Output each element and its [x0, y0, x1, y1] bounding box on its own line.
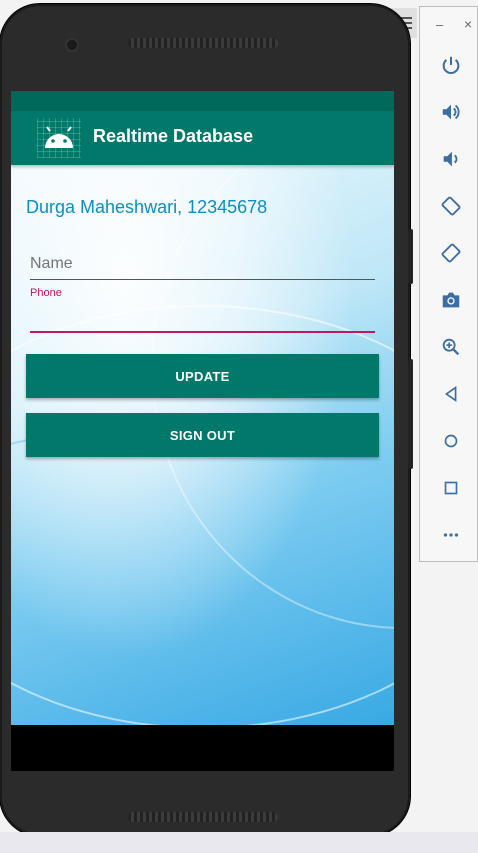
volume-rocker	[408, 229, 413, 284]
name-input[interactable]	[30, 249, 375, 280]
back-icon[interactable]	[439, 382, 463, 406]
taskbar-strip	[0, 832, 478, 853]
minimize-button[interactable]: –	[436, 17, 443, 32]
power-button	[408, 359, 413, 469]
sign-out-button[interactable]: SIGN OUT	[26, 413, 379, 457]
volume-up-icon[interactable]	[439, 100, 463, 124]
navigation-bar	[11, 725, 394, 771]
phone-label: Phone	[30, 287, 62, 299]
zoom-icon[interactable]	[439, 335, 463, 359]
volume-down-icon[interactable]	[439, 147, 463, 171]
app-bar: Realtime Database	[11, 111, 394, 165]
camera-icon[interactable]	[439, 288, 463, 312]
app-title: Realtime Database	[93, 126, 254, 146]
status-bar	[11, 91, 394, 111]
phone-input[interactable]	[30, 301, 375, 333]
emulator-toolbar: – ×	[419, 6, 478, 562]
bottom-speaker	[128, 812, 278, 822]
phone-frame: Realtime Database Durga Maheshwari, 1234…	[0, 4, 413, 836]
rotate-left-icon[interactable]	[439, 194, 463, 218]
rotate-right-icon[interactable]	[439, 241, 463, 265]
main-content: Durga Maheshwari, 12345678 Phone UPDATE …	[11, 165, 394, 725]
close-button[interactable]: ×	[464, 16, 472, 32]
android-logo-icon	[37, 118, 81, 158]
update-button[interactable]: UPDATE	[26, 354, 379, 398]
power-icon[interactable]	[439, 53, 463, 77]
background-wave	[11, 425, 394, 725]
device-screen: Realtime Database Durga Maheshwari, 1234…	[11, 91, 394, 771]
user-info-text: Durga Maheshwari, 12345678	[26, 197, 268, 217]
top-speaker	[128, 38, 278, 48]
home-icon[interactable]	[439, 429, 463, 453]
more-icon[interactable]	[439, 523, 463, 547]
overview-icon[interactable]	[439, 476, 463, 500]
front-camera	[67, 40, 77, 50]
